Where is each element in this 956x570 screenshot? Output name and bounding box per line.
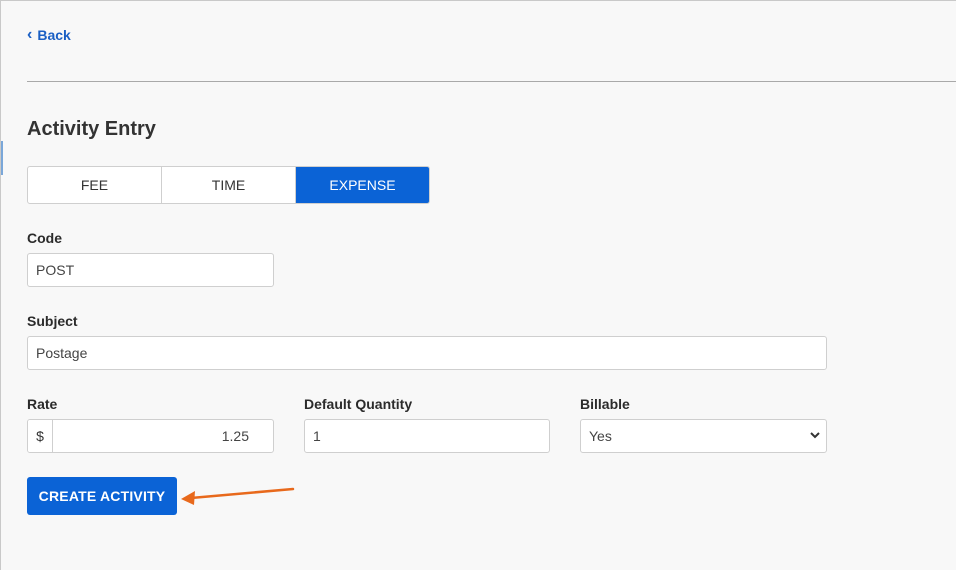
default-quantity-label: Default Quantity [304, 396, 413, 412]
tab-fee[interactable]: FEE [28, 167, 162, 203]
code-input[interactable]: POST [27, 253, 274, 287]
activity-type-tabs: FEE TIME EXPENSE [27, 166, 430, 204]
arrow-annotation [181, 487, 295, 505]
tab-expense[interactable]: EXPENSE [296, 167, 429, 203]
rate-label: Rate [27, 396, 58, 412]
left-edge-accent [1, 141, 3, 175]
subject-label: Subject [27, 313, 78, 329]
back-link[interactable]: ‹ Back [27, 26, 71, 44]
page-title: Activity Entry [27, 118, 156, 140]
subject-input[interactable]: Postage [27, 336, 827, 370]
rate-input[interactable]: 1.25 [53, 420, 273, 452]
rate-input-group: $ 1.25 [27, 419, 274, 453]
chevron-left-icon: ‹ [27, 26, 33, 43]
code-label: Code [27, 230, 62, 246]
tab-time[interactable]: TIME [162, 167, 296, 203]
billable-select[interactable]: Yes [580, 419, 827, 453]
header-divider [27, 81, 956, 82]
chevron-down-icon [810, 430, 820, 442]
default-quantity-input[interactable]: 1 [304, 419, 550, 453]
billable-label: Billable [580, 396, 630, 412]
billable-selected-value: Yes [589, 428, 612, 444]
create-activity-button[interactable]: CREATE ACTIVITY [27, 477, 177, 515]
currency-prefix: $ [28, 420, 53, 452]
back-label: Back [37, 27, 71, 43]
